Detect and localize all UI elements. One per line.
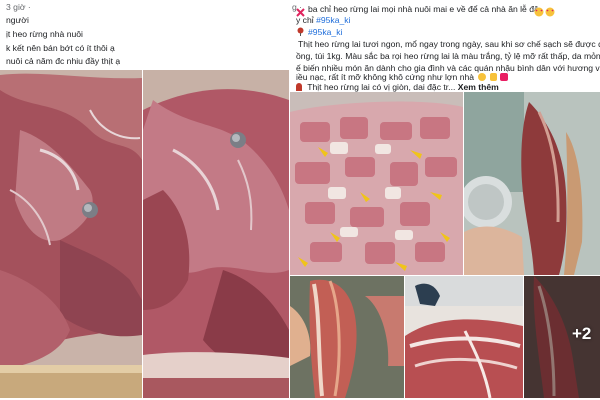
hashtag-link[interactable]: #95ka_ki xyxy=(308,27,342,37)
more-photos-count: +2 xyxy=(572,324,592,343)
meat-photo[interactable] xyxy=(290,276,404,398)
post-text-line: nuôi cả năm đc nhiu đầy thịt ạ xyxy=(6,56,121,66)
meat-photo[interactable] xyxy=(405,276,523,398)
meat-photo[interactable] xyxy=(143,70,289,398)
meat-photo-image xyxy=(0,70,142,398)
meat-photo-more[interactable]: +2 xyxy=(524,276,600,398)
post-body-line: ồng, túi 1kg. Màu sắc ba rọi heo rừng la… xyxy=(296,51,600,61)
cross-icon xyxy=(296,4,305,17)
heart-eyes-icon xyxy=(534,4,544,17)
thumbs-up-icon xyxy=(489,73,497,81)
face-icon xyxy=(478,73,487,81)
meat-photo-image xyxy=(290,92,463,275)
meat-photo-image xyxy=(290,276,404,398)
post-meta: 3 giờ · xyxy=(6,2,31,12)
hashtag-line: #95ka_ki xyxy=(296,26,342,38)
pin-icon xyxy=(296,27,305,36)
meat-photo[interactable] xyxy=(290,92,463,275)
post-body-line: Thịt heo rừng lai tươi ngon, mổ ngay tro… xyxy=(298,39,600,49)
post-body-text: Thịt heo rừng lai có vị giòn, dai đặc tr… xyxy=(307,82,456,92)
hashtag-prefix: y chỉ xyxy=(296,15,317,25)
post-text-line: k kết nên bán bớt có ít thôi ạ xyxy=(6,43,115,53)
meat-photo-image xyxy=(143,70,289,398)
pin-icon xyxy=(296,83,302,91)
meat-photo-image xyxy=(464,92,600,275)
post-text-line: người xyxy=(6,15,29,25)
meat-photo[interactable] xyxy=(464,92,600,275)
left-post-header: 3 giờ · người ịt heo rừng nhà nuôi k kết… xyxy=(0,0,142,70)
hashtag-line: y chỉ #95ka_ki xyxy=(296,14,350,26)
post-text-line: ịt heo rừng nhà nuôi xyxy=(6,29,83,39)
meat-photo-image xyxy=(405,276,523,398)
meat-photo[interactable] xyxy=(0,70,142,398)
heart-eyes-icon xyxy=(545,4,555,17)
sparkle-heart-icon xyxy=(500,73,509,81)
see-more-link[interactable]: Xem thêm xyxy=(458,82,499,92)
hashtag-link[interactable]: #95ka_ki xyxy=(316,15,350,25)
right-post-header: g · ba chỉ heo rừng lai mọi nhà nuôi mai… xyxy=(290,0,600,92)
